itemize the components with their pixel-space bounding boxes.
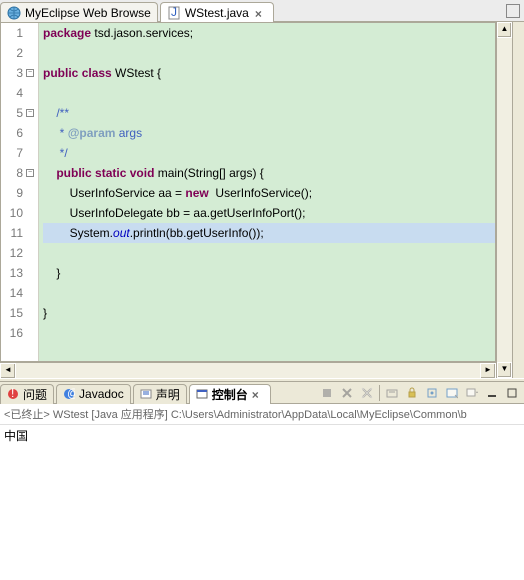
console-launch-info: <已终止> WStest [Java 应用程序] C:\Users\Admini… bbox=[0, 404, 524, 425]
display-selected-icon[interactable] bbox=[444, 385, 460, 401]
console-text: 中国 bbox=[4, 429, 28, 443]
remove-all-icon[interactable] bbox=[359, 385, 375, 401]
maximize-icon[interactable] bbox=[504, 385, 520, 401]
code-line[interactable]: public static void main(String[] args) { bbox=[43, 163, 495, 183]
line-number: 11 bbox=[1, 223, 34, 243]
code-line[interactable]: UserInfoService aa = new UserInfoService… bbox=[43, 183, 495, 203]
svg-text:!: ! bbox=[11, 388, 14, 400]
line-number: 14 bbox=[1, 283, 34, 303]
vertical-scrollbar[interactable]: ▲ ▼ bbox=[496, 22, 512, 378]
code-line[interactable] bbox=[43, 323, 495, 343]
console-icon bbox=[196, 388, 208, 400]
terminate-icon[interactable] bbox=[319, 385, 335, 401]
tab-problems[interactable]: ! 问题 bbox=[0, 384, 54, 404]
scroll-lock-icon[interactable] bbox=[404, 385, 420, 401]
line-number: 12 bbox=[1, 243, 34, 263]
code-line[interactable] bbox=[43, 243, 495, 263]
problems-icon: ! bbox=[7, 388, 19, 400]
maximize-icon[interactable] bbox=[506, 4, 520, 18]
line-number: 8− bbox=[1, 163, 34, 183]
code-line[interactable]: } bbox=[43, 303, 495, 323]
scroll-track[interactable] bbox=[16, 363, 480, 378]
console-output[interactable]: 中国 bbox=[0, 425, 524, 580]
close-icon[interactable]: × bbox=[252, 388, 264, 400]
code-line[interactable]: /** bbox=[43, 103, 495, 123]
pin-console-icon[interactable] bbox=[424, 385, 440, 401]
open-console-icon[interactable] bbox=[464, 385, 480, 401]
overview-ruler bbox=[512, 22, 524, 378]
line-number: 3− bbox=[1, 63, 34, 83]
svg-text:J: J bbox=[171, 6, 177, 19]
code-line[interactable]: System.out.println(bb.getUserInfo()); bbox=[43, 223, 495, 243]
remove-launch-icon[interactable] bbox=[339, 385, 355, 401]
clear-console-icon[interactable] bbox=[384, 385, 400, 401]
globe-icon bbox=[7, 6, 21, 20]
line-number: 6 bbox=[1, 123, 34, 143]
line-number: 15 bbox=[1, 303, 34, 323]
editor-area: 123−45−678−910111213141516 package tsd.j… bbox=[0, 22, 524, 378]
line-number: 4 bbox=[1, 83, 34, 103]
console-toolbar bbox=[319, 385, 524, 401]
scroll-up-icon[interactable]: ▲ bbox=[497, 22, 512, 38]
tab-label: WStest.java bbox=[185, 6, 249, 20]
tab-label: 问题 bbox=[23, 386, 47, 403]
line-number: 7 bbox=[1, 143, 34, 163]
scroll-down-icon[interactable]: ▼ bbox=[497, 362, 512, 378]
editor-tabs: MyEclipse Web Browse J WStest.java × bbox=[0, 0, 524, 22]
code-line[interactable] bbox=[43, 283, 495, 303]
code-line[interactable]: * @param args bbox=[43, 123, 495, 143]
tab-label: Javadoc bbox=[79, 387, 124, 401]
code-line[interactable]: */ bbox=[43, 143, 495, 163]
line-number: 5− bbox=[1, 103, 34, 123]
scroll-right-icon[interactable]: ► bbox=[480, 363, 496, 379]
line-number: 16 bbox=[1, 323, 34, 343]
declaration-icon bbox=[140, 388, 152, 400]
code-line[interactable]: UserInfoDelegate bb = aa.getUserInfoPort… bbox=[43, 203, 495, 223]
code-line[interactable]: package tsd.jason.services; bbox=[43, 23, 495, 43]
line-number: 9 bbox=[1, 183, 34, 203]
svg-text:@: @ bbox=[67, 388, 75, 400]
horizontal-scrollbar[interactable]: ◄ ► bbox=[0, 362, 496, 378]
tab-console[interactable]: 控制台 × bbox=[189, 384, 271, 404]
close-icon[interactable]: × bbox=[255, 7, 267, 19]
tab-javadoc[interactable]: @ Javadoc bbox=[56, 384, 131, 404]
minimize-icon[interactable] bbox=[484, 385, 500, 401]
line-number: 10 bbox=[1, 203, 34, 223]
code-line[interactable] bbox=[43, 83, 495, 103]
bottom-view-tabs: ! 问题 @ Javadoc 声明 控制台 × bbox=[0, 382, 524, 404]
javadoc-icon: @ bbox=[63, 388, 75, 400]
line-number: 13 bbox=[1, 263, 34, 283]
tab-browser[interactable]: MyEclipse Web Browse bbox=[0, 2, 158, 22]
line-gutter: 123−45−678−910111213141516 bbox=[1, 23, 39, 361]
tab-java-file[interactable]: J WStest.java × bbox=[160, 2, 274, 22]
code-area[interactable]: package tsd.jason.services; public class… bbox=[39, 23, 495, 361]
fold-icon[interactable]: − bbox=[26, 69, 34, 77]
scroll-track[interactable] bbox=[497, 38, 512, 362]
scroll-left-icon[interactable]: ◄ bbox=[0, 363, 16, 379]
line-number: 2 bbox=[1, 43, 34, 63]
java-file-icon: J bbox=[167, 6, 181, 20]
tab-label: MyEclipse Web Browse bbox=[25, 6, 151, 20]
line-number: 1 bbox=[1, 23, 34, 43]
code-line[interactable]: } bbox=[43, 263, 495, 283]
code-line[interactable]: public class WStest { bbox=[43, 63, 495, 83]
tab-declaration[interactable]: 声明 bbox=[133, 384, 187, 404]
fold-icon[interactable]: − bbox=[26, 169, 34, 177]
tab-label: 声明 bbox=[156, 386, 180, 403]
code-line[interactable] bbox=[43, 43, 495, 63]
fold-icon[interactable]: − bbox=[26, 109, 34, 117]
tab-label: 控制台 bbox=[212, 386, 248, 403]
